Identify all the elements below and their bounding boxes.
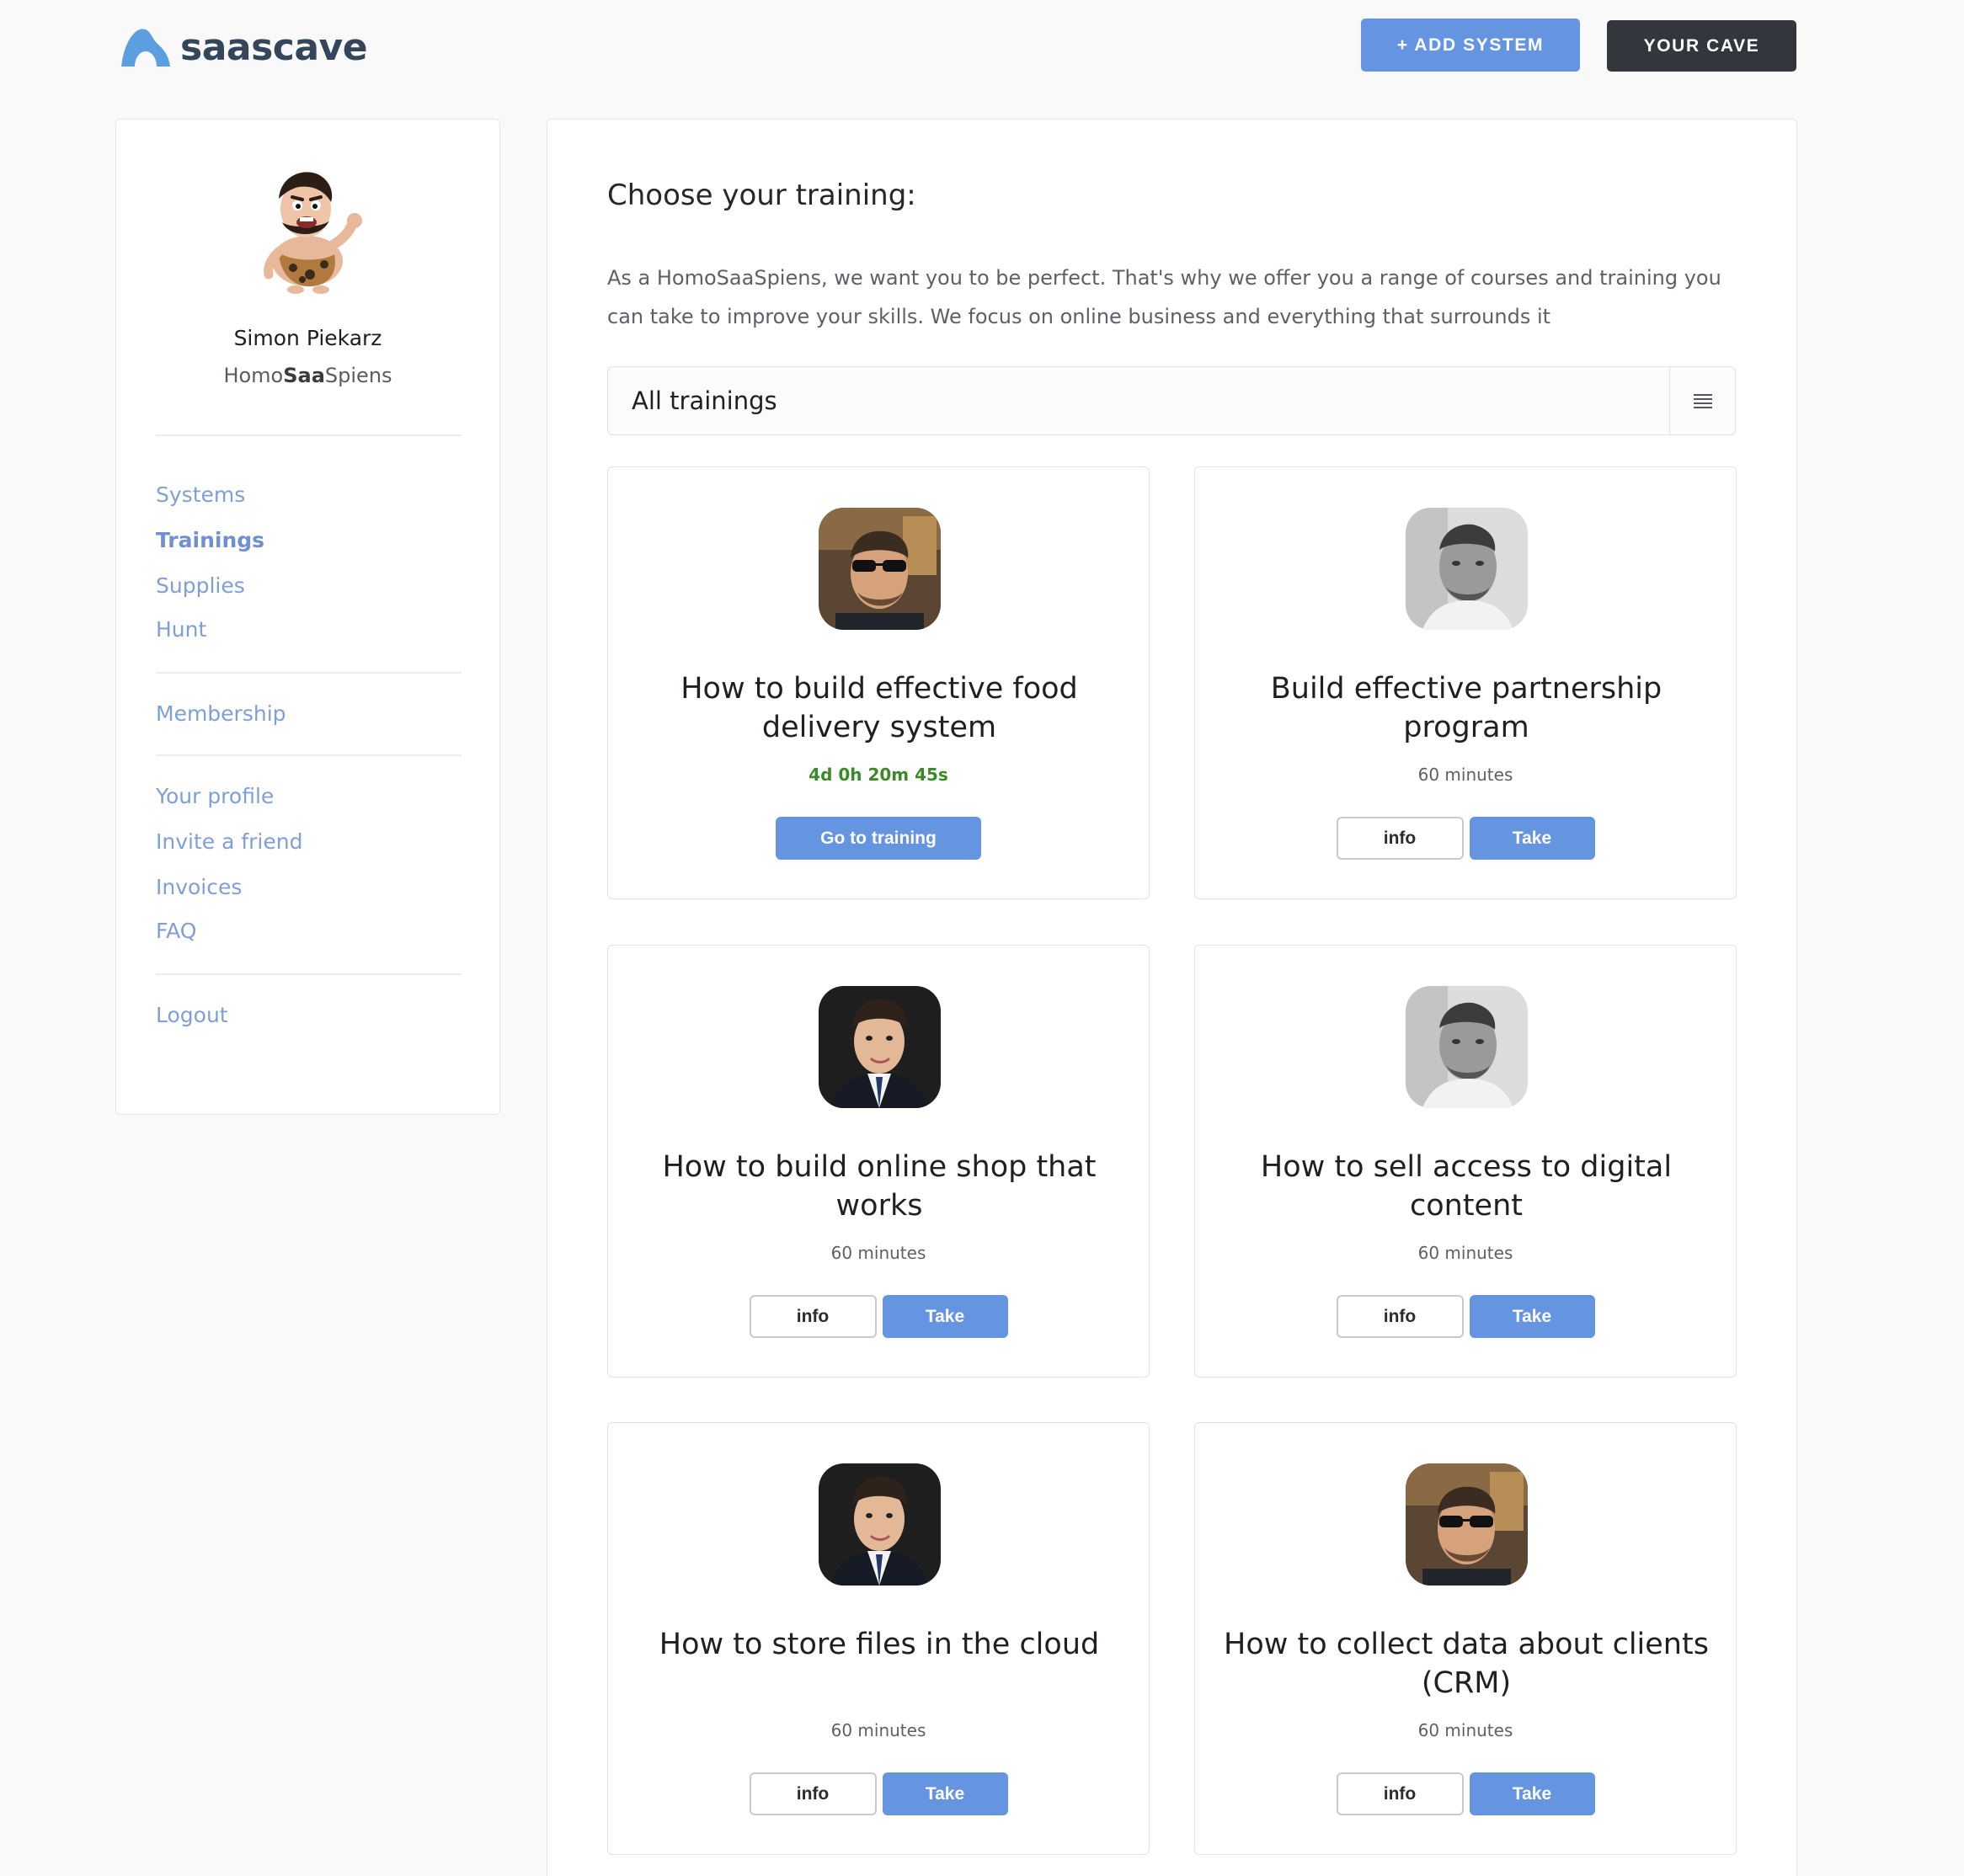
instructor-photo [1406,1463,1528,1586]
info-button[interactable]: info [1336,817,1464,860]
sidebar-item-your-profile[interactable]: Your profile [156,784,274,808]
take-button[interactable]: Take [1469,1295,1595,1338]
user-name: Simon Piekarz [233,326,382,350]
instructor-photo [819,508,941,630]
training-card: How to sell access to digital content 60… [1194,945,1737,1378]
sidebar-item-supplies[interactable]: Supplies [156,573,245,598]
training-title: How to build effective food delivery sys… [680,672,1078,744]
trainings-panel: Choose your training: As a HomoSaaSpiens… [547,119,1797,1876]
sidebar-item-faq[interactable]: FAQ [156,919,196,943]
page-title: Choose your training: [607,179,916,212]
saascave-logo[interactable]: saascave [120,24,368,71]
training-countdown: 4d 0h 20m 45s [809,765,948,785]
your-cave-button[interactable]: YOUR CAVE [1607,20,1796,72]
info-button[interactable]: info [749,1772,877,1815]
sidebar-divider [156,754,462,756]
sidebar-divider [156,434,462,436]
instructor-photo [819,1463,941,1586]
info-button[interactable]: info [1336,1295,1464,1338]
training-duration: 60 minutes [1417,1720,1513,1740]
training-duration: 60 minutes [830,1720,926,1740]
sidebar-item-hunt[interactable]: Hunt [156,617,206,642]
training-card: How to build online shop that works 60 m… [607,945,1150,1378]
take-button[interactable]: Take [882,1295,1008,1338]
training-card: How to store files in the cloud 60 minut… [607,1422,1150,1855]
info-button[interactable]: info [749,1295,877,1338]
take-button[interactable]: Take [1469,1772,1595,1815]
sidebar-item-membership[interactable]: Membership [156,701,286,726]
training-filter-select[interactable]: All trainings [607,366,1736,435]
training-duration: 60 minutes [830,1243,926,1263]
sidebar-item-logout[interactable]: Logout [156,1003,228,1027]
instructor-photo [1406,986,1528,1108]
brand-name: saascave [180,25,368,69]
go-to-training-button[interactable]: Go to training [776,817,981,860]
sidebar: Simon Piekarz HomoSaaSpiens Systems Trai… [115,119,500,1115]
sidebar-item-trainings[interactable]: Trainings [156,528,264,552]
filter-toggle-button[interactable] [1669,367,1735,434]
take-button[interactable]: Take [882,1772,1008,1815]
page-description: As a HomoSaaSpiens, we want you to be pe… [607,266,1721,328]
list-icon [1693,394,1712,408]
sidebar-divider [156,672,462,674]
training-title: How to sell access to digital content [1260,1150,1673,1223]
training-title: How to collect data about clients (CRM) [1224,1628,1709,1700]
sidebar-item-systems[interactable]: Systems [156,482,245,507]
training-title: Build effective partnership program [1270,672,1662,744]
training-card: How to collect data about clients (CRM) … [1194,1422,1737,1855]
training-title: How to build online shop that works [662,1150,1097,1223]
take-button[interactable]: Take [1469,817,1595,860]
sidebar-item-invoices[interactable]: Invoices [156,875,242,899]
training-duration: 60 minutes [1417,1243,1513,1263]
info-button[interactable]: info [1336,1772,1464,1815]
training-card: Build effective partnership program 60 m… [1194,466,1737,899]
training-card: How to build effective food delivery sys… [607,466,1150,899]
sidebar-item-invite-friend[interactable]: Invite a friend [156,829,302,854]
user-role: HomoSaaSpiens [223,364,392,387]
training-duration: 60 minutes [1417,765,1513,785]
cave-logo-icon [121,29,170,67]
sidebar-divider [156,973,462,975]
filter-selected-value: All trainings [632,386,777,415]
instructor-photo [819,986,941,1108]
instructor-photo [1406,508,1528,630]
add-system-button[interactable]: + ADD SYSTEM [1361,19,1580,72]
caveman-avatar [264,172,362,294]
training-title: How to store files in the cloud [659,1628,1100,1661]
